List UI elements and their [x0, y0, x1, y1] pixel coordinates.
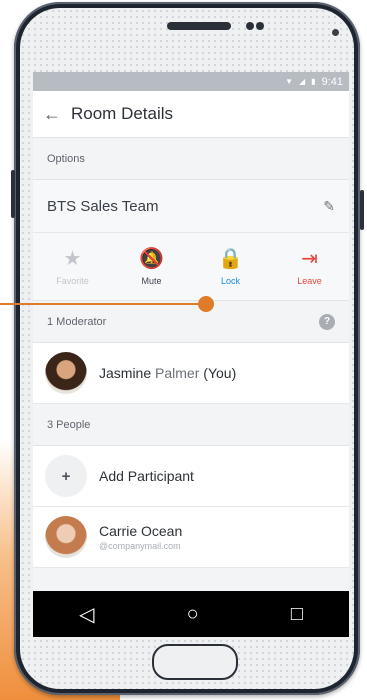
app-bar: ← Room Details — [33, 91, 349, 138]
lock-button[interactable]: 🔒 Lock — [191, 233, 270, 300]
camera-dot — [246, 22, 254, 30]
status-bar: ▼ ◢ ▮ 9:41 — [33, 72, 349, 91]
battery-icon: ▮ — [311, 77, 316, 86]
options-header-label: Options — [47, 152, 85, 165]
earpiece-speaker — [167, 22, 231, 30]
status-time: 9:41 — [321, 75, 343, 88]
avatar — [45, 352, 87, 394]
add-participant-row[interactable]: + Add Participant — [33, 446, 349, 507]
nav-home-icon[interactable]: ○ — [187, 603, 199, 626]
hardware-home-button — [152, 644, 238, 680]
moderator-you-suffix: (You) — [203, 365, 237, 381]
participant-row[interactable]: Carrie Ocean @companymail.com — [33, 507, 349, 568]
lock-label: Lock — [220, 275, 240, 286]
moderator-last-name: Palmer — [155, 365, 200, 381]
nav-back-icon[interactable]: ◁ — [79, 602, 94, 627]
pencil-icon[interactable]: ✎ — [323, 198, 335, 215]
participant-name: Carrie Ocean — [99, 523, 183, 539]
people-section-header: 3 People — [33, 404, 349, 446]
options-section-header: Options — [33, 138, 349, 180]
wifi-icon: ▼ — [285, 77, 294, 86]
help-icon[interactable]: ? — [319, 313, 335, 330]
power-button — [360, 190, 364, 230]
moderator-row[interactable]: Jasmine Palmer (You) — [33, 343, 349, 404]
add-user-icon: + — [45, 455, 87, 497]
callout-line — [0, 303, 206, 305]
moderator-header-label: 1 Moderator — [47, 315, 107, 328]
back-arrow-icon[interactable]: ← — [33, 104, 71, 125]
moderator-section-header: 1 Moderator ? — [33, 301, 349, 343]
mute-label: Mute — [141, 275, 162, 286]
front-sensor — [332, 29, 339, 36]
people-header-label: 3 People — [47, 418, 91, 431]
room-name-row[interactable]: BTS Sales Team ✎ — [33, 180, 349, 233]
favorite-label: Favorite — [56, 275, 89, 286]
nav-recents-icon[interactable]: □ — [291, 603, 303, 626]
moderator-name: Jasmine Palmer (You) — [99, 365, 236, 381]
participant-info: Carrie Ocean @companymail.com — [99, 523, 182, 551]
favorite-button[interactable]: ★ Favorite — [33, 233, 112, 300]
mute-button[interactable]: 🔕 Mute — [112, 233, 191, 300]
moderator-first-name: Jasmine — [99, 365, 152, 381]
leave-door-icon: ⇥ — [301, 247, 318, 270]
avatar — [45, 516, 87, 558]
bell-off-icon: 🔕 — [139, 247, 164, 270]
add-user-glyph: + — [61, 467, 71, 485]
callout-dot — [198, 296, 214, 312]
participant-email: @companymail.com — [99, 541, 181, 551]
room-name: BTS Sales Team — [47, 197, 159, 215]
room-actions: ★ Favorite 🔕 Mute 🔒 Lock ⇥ Leave — [33, 233, 349, 301]
page-title: Room Details — [71, 104, 174, 123]
star-icon: ★ — [63, 247, 82, 270]
volume-button — [11, 170, 15, 218]
lock-icon: 🔒 — [218, 247, 243, 270]
phone-screen: ▼ ◢ ▮ 9:41 ← Room Details Options BTS Sa… — [33, 72, 349, 637]
leave-button[interactable]: ⇥ Leave — [270, 233, 349, 300]
android-nav-bar: ◁ ○ □ — [33, 591, 349, 637]
add-participant-label: Add Participant — [99, 468, 194, 484]
leave-label: Leave — [297, 275, 322, 286]
camera-dot — [256, 22, 264, 30]
signal-icon: ◢ — [299, 77, 306, 86]
